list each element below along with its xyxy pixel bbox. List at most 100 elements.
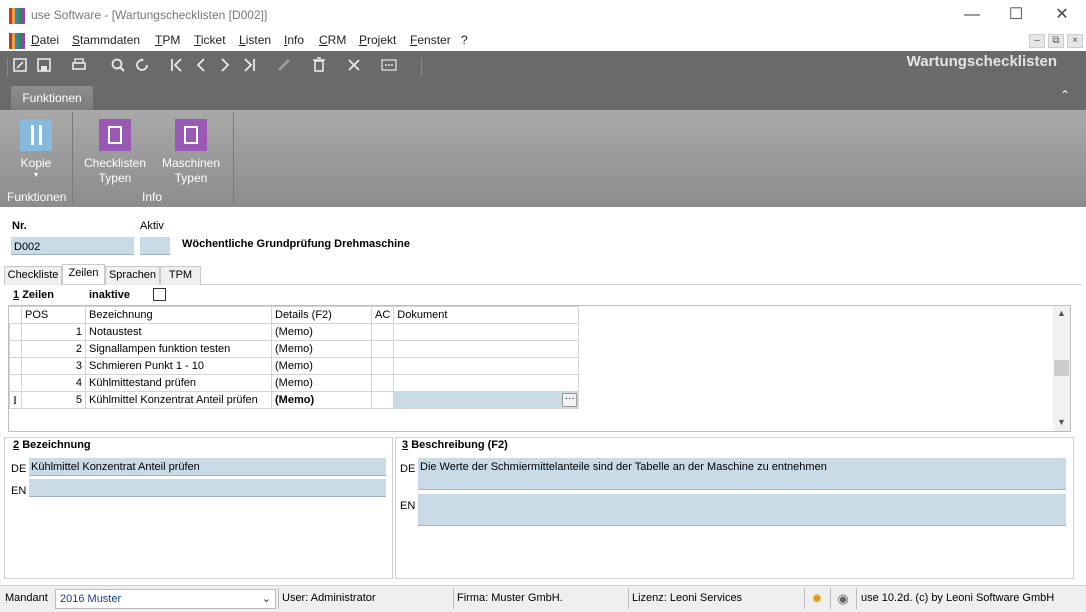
checklist-description: Wöchentliche Grundprüfung Drehmaschine — [182, 238, 410, 250]
cell-ac[interactable] — [370, 323, 395, 341]
first-record-icon[interactable] — [167, 57, 187, 77]
previous-record-icon[interactable] — [191, 57, 211, 77]
mdi-child-icon[interactable] — [9, 33, 25, 49]
table-row[interactable]: 1 Notaustest (Memo) — [9, 323, 580, 341]
menu-listen[interactable]: Listen — [239, 33, 271, 47]
cell-pos[interactable]: 3 — [21, 357, 86, 375]
table-row[interactable]: 3 Schmieren Punkt 1 - 10 (Memo) — [9, 357, 580, 375]
minimize-button[interactable]: — — [952, 2, 992, 28]
ribbon-group-funktionen: Funktionen — [7, 190, 67, 204]
grid-vertical-scrollbar[interactable]: ▲ ▼ — [1053, 306, 1070, 431]
edit-icon[interactable] — [274, 57, 294, 77]
print-icon[interactable] — [69, 57, 89, 77]
tab-checkliste[interactable]: Checkliste — [4, 266, 62, 285]
new-icon[interactable] — [10, 57, 30, 77]
cell-details[interactable]: (Memo) — [271, 323, 372, 341]
cell-bezeichnung[interactable]: Kühlmittestand prüfen — [85, 374, 272, 392]
sun-icon[interactable]: ✹ — [808, 590, 826, 608]
last-record-icon[interactable] — [239, 57, 259, 77]
toolbar-separator — [421, 58, 422, 76]
maschinen-typen-button[interactable]: Maschinen Typen — [158, 119, 224, 186]
mdi-minimize-button[interactable]: – — [1029, 34, 1045, 48]
table-row-current[interactable]: I 5 Kühlmittel Konzentrat Anteil prüfen … — [9, 391, 580, 409]
ellipsis-button[interactable]: ··· — [562, 393, 578, 407]
cell-dokument[interactable] — [393, 357, 580, 375]
more-icon[interactable] — [379, 57, 399, 77]
menu-projekt[interactable]: Projekt — [359, 33, 396, 47]
maschinen-typen-label-2: Typen — [174, 171, 208, 185]
cell-details[interactable]: (Memo) — [271, 391, 372, 409]
next-record-icon[interactable] — [215, 57, 235, 77]
cell-pos[interactable]: 1 — [21, 323, 86, 341]
menu-tpm[interactable]: TPM — [155, 33, 180, 47]
cell-pos[interactable]: 5 — [21, 391, 86, 409]
connection-icon[interactable]: ◉ — [834, 590, 852, 608]
cell-ac[interactable] — [370, 391, 395, 409]
menu-stammdaten[interactable]: Stammdaten — [72, 33, 140, 47]
save-icon[interactable] — [34, 57, 54, 77]
cell-ac[interactable] — [370, 374, 395, 392]
scroll-down-icon[interactable]: ▼ — [1053, 417, 1070, 427]
scroll-thumb[interactable] — [1054, 360, 1069, 376]
cell-dokument[interactable] — [393, 374, 580, 392]
bezeichnung-section-title: 2 Bezeichnung — [13, 439, 94, 451]
row-indicator — [9, 323, 22, 341]
tab-tpm[interactable]: TPM — [160, 266, 201, 285]
table-row[interactable]: 2 Signallampen funktion testen (Memo) — [9, 340, 580, 358]
ribbon-collapse-icon[interactable]: ⌃ — [1060, 88, 1070, 102]
cell-pos[interactable]: 2 — [21, 340, 86, 358]
cancel-icon[interactable] — [344, 57, 364, 77]
ribbon-tab-funktionen[interactable]: Funktionen — [11, 86, 93, 110]
menu-ticket[interactable]: Ticket — [194, 33, 226, 47]
mdi-close-button[interactable]: × — [1067, 34, 1083, 48]
cell-details[interactable]: (Memo) — [271, 374, 372, 392]
table-row[interactable]: 4 Kühlmittestand prüfen (Memo) — [9, 374, 580, 392]
refresh-icon[interactable] — [132, 57, 152, 77]
bezeichnung-en-field[interactable] — [29, 479, 386, 497]
beschreibung-de-field[interactable]: Die Werte der Schmiermittelanteile sind … — [418, 458, 1066, 490]
tab-sprachen[interactable]: Sprachen — [105, 266, 160, 285]
column-header-bezeichnung[interactable]: Bezeichnung — [85, 306, 272, 324]
chevron-down-icon[interactable]: ⌄ — [262, 592, 271, 605]
cell-dokument-active[interactable]: ··· — [393, 391, 580, 409]
cell-details[interactable]: (Memo) — [271, 357, 372, 375]
maschinen-typen-label-1: Maschinen — [161, 156, 221, 170]
delete-icon[interactable] — [309, 57, 329, 77]
tab-zeilen[interactable]: Zeilen — [62, 264, 105, 284]
column-header-pos[interactable]: POS — [21, 306, 86, 324]
bezeichnung-de-field[interactable]: Kühlmittel Konzentrat Anteil prüfen — [29, 458, 386, 476]
row-indicator — [9, 340, 22, 358]
menu-fenster[interactable]: Fenster — [410, 33, 451, 47]
cell-pos[interactable]: 4 — [21, 374, 86, 392]
scroll-up-icon[interactable]: ▲ — [1053, 308, 1070, 318]
column-header-dokument[interactable]: Dokument — [393, 306, 580, 324]
search-icon[interactable] — [108, 57, 128, 77]
cell-ac[interactable] — [370, 340, 395, 358]
cell-bezeichnung[interactable]: Notaustest — [85, 323, 272, 341]
status-separator — [628, 588, 629, 609]
menu-crm[interactable]: CRM — [319, 33, 346, 47]
column-header-ac[interactable]: AC — [370, 306, 395, 324]
menu-help[interactable]: ? — [461, 33, 468, 47]
kopie-dropdown-icon[interactable]: ▾ — [14, 171, 58, 179]
inaktive-checkbox[interactable] — [153, 288, 166, 301]
cell-ac[interactable] — [370, 357, 395, 375]
menu-datei[interactable]: Datei — [31, 33, 59, 47]
close-button[interactable]: ✕ — [1042, 2, 1082, 28]
menu-info[interactable]: Info — [284, 33, 304, 47]
cell-bezeichnung[interactable]: Signallampen funktion testen — [85, 340, 272, 358]
column-header-details[interactable]: Details (F2) — [271, 306, 372, 324]
cell-bezeichnung[interactable]: Schmieren Punkt 1 - 10 — [85, 357, 272, 375]
cell-bezeichnung[interactable]: Kühlmittel Konzentrat Anteil prüfen — [85, 391, 272, 409]
cell-details[interactable]: (Memo) — [271, 340, 372, 358]
beschreibung-en-field[interactable] — [418, 494, 1066, 526]
cell-dokument[interactable] — [393, 340, 580, 358]
cell-dokument[interactable] — [393, 323, 580, 341]
nr-field[interactable]: D002 — [11, 237, 134, 255]
mandant-select[interactable]: 2016 Muster ⌄ — [55, 589, 276, 609]
mdi-restore-button[interactable]: ⧉ — [1048, 34, 1064, 48]
checklisten-typen-button[interactable]: Checklisten Typen — [82, 119, 148, 186]
kopie-button[interactable]: Kopie ▾ — [14, 119, 58, 179]
aktiv-field[interactable] — [140, 237, 170, 255]
maximize-button[interactable]: ☐ — [996, 2, 1036, 28]
